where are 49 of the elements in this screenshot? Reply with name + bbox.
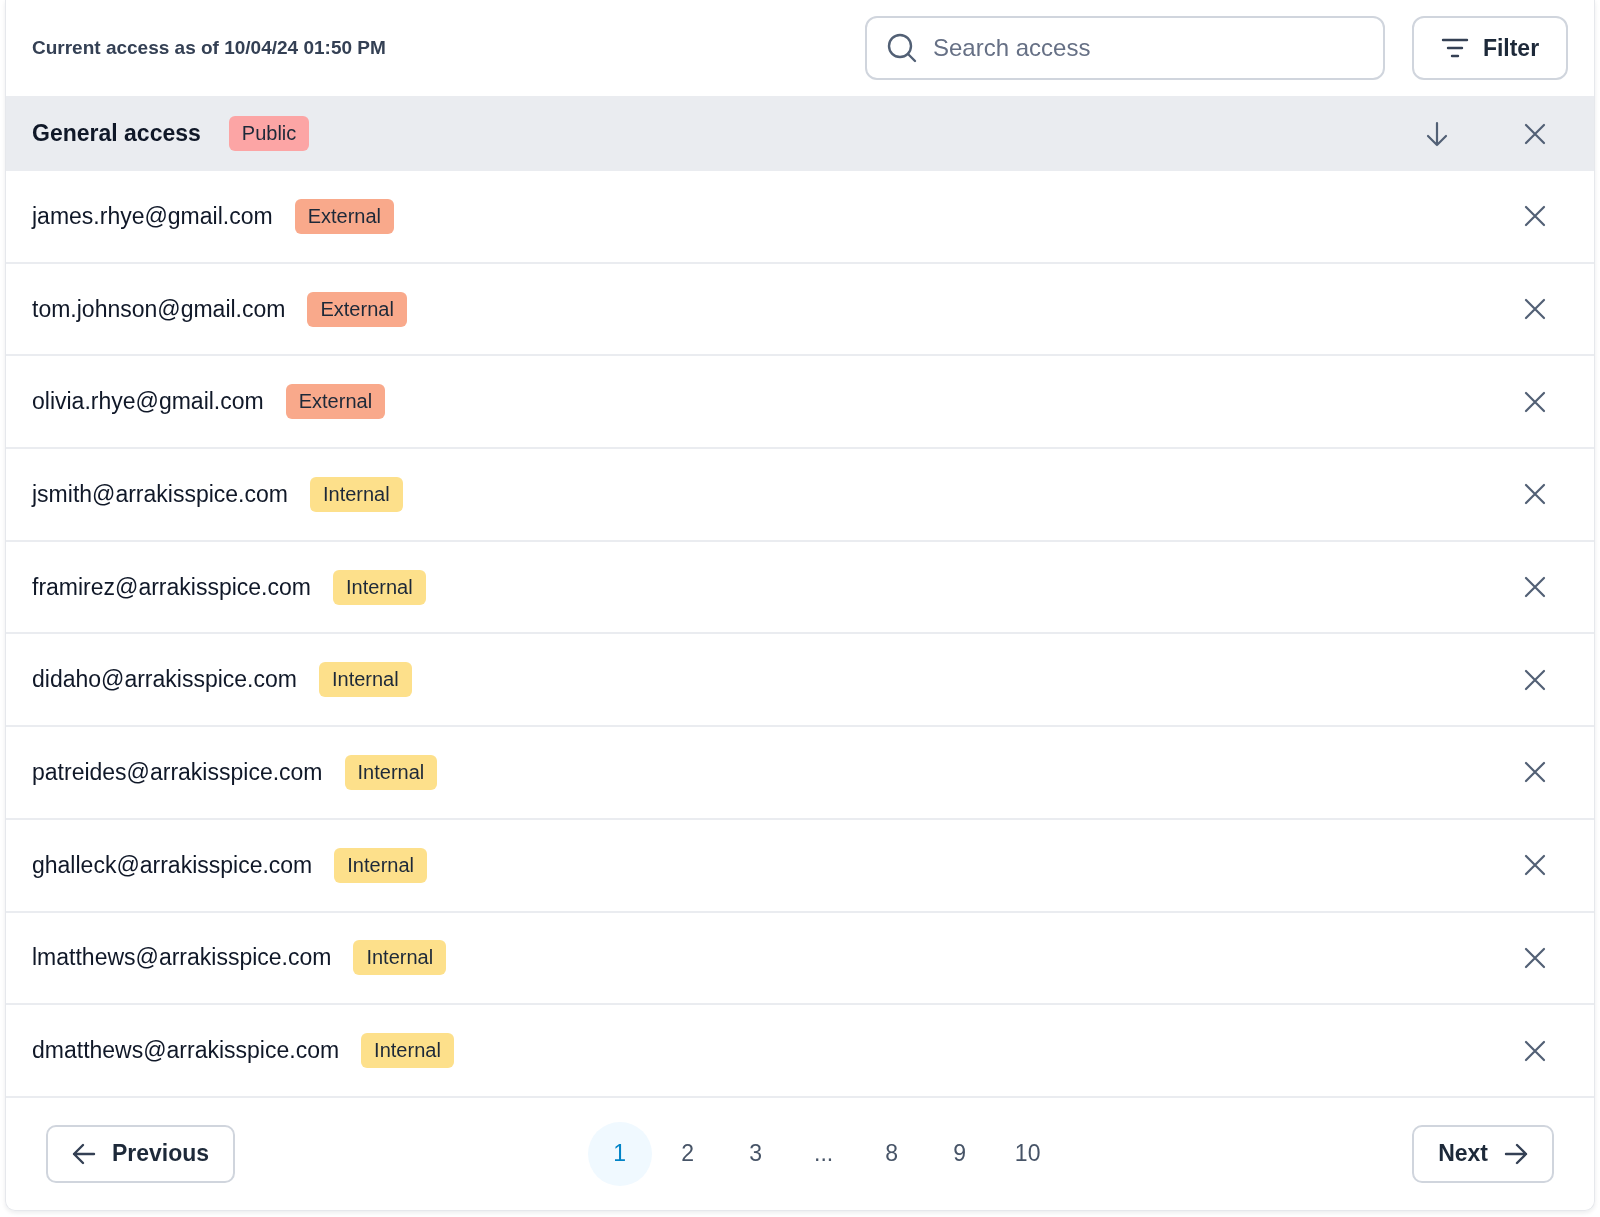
page-button[interactable]: 2 [655, 1121, 720, 1186]
email-address: james.rhye@gmail.com [32, 202, 273, 230]
access-badge: Internal [361, 1033, 454, 1069]
email-address: patreides@arrakisspice.com [32, 758, 323, 786]
access-badge: Internal [318, 662, 412, 698]
close-icon[interactable] [1524, 205, 1546, 228]
filter-button[interactable]: Filter [1412, 16, 1568, 80]
search-field[interactable]: Search access [865, 16, 1385, 80]
page-button[interactable]: 1 [587, 1121, 652, 1186]
close-icon[interactable] [1524, 946, 1546, 969]
page-button[interactable]: 9 [927, 1121, 992, 1186]
page-button[interactable]: 8 [859, 1121, 924, 1186]
email-address: framirez@arrakisspice.com [32, 573, 311, 601]
close-icon[interactable] [1524, 483, 1546, 506]
email-address: jsmith@arrakisspice.com [32, 480, 288, 508]
next-button[interactable]: Next [1412, 1124, 1554, 1183]
close-icon[interactable] [1524, 854, 1546, 877]
access-badge: External [294, 198, 394, 234]
access-badge: Internal [334, 847, 427, 883]
email-address: didaho@arrakisspice.com [32, 666, 297, 694]
email-address: ghalleck@arrakisspice.com [32, 851, 313, 879]
email-address: dmatthews@arrakisspice.com [32, 1037, 340, 1065]
previous-button[interactable]: Previous [46, 1124, 236, 1183]
access-badge: Public [228, 116, 310, 151]
filter-icon [1440, 37, 1469, 59]
email-address: olivia.rhye@gmail.com [32, 388, 264, 416]
close-icon[interactable] [1524, 122, 1546, 145]
close-icon[interactable] [1524, 576, 1546, 599]
access-badge: External [285, 384, 386, 420]
access-badge: Internal [332, 569, 426, 605]
access-badge: Internal [309, 476, 403, 512]
close-icon[interactable] [1524, 1039, 1546, 1062]
close-icon[interactable] [1524, 390, 1546, 413]
left-arrow-icon [72, 1142, 96, 1165]
access-badge: External [307, 291, 407, 327]
close-icon[interactable] [1524, 668, 1546, 691]
access-badge: Internal [344, 754, 438, 790]
close-icon[interactable] [1524, 761, 1546, 784]
access-badge: Internal [353, 940, 447, 976]
email-address: tom.johnson@gmail.com [32, 295, 286, 323]
close-icon[interactable] [1524, 298, 1546, 321]
timestamp-text: Current access as of 10/04/24 01:50 PM [32, 37, 386, 59]
general-access-label: General access [32, 120, 201, 147]
page-button[interactable]: 10 [995, 1121, 1060, 1186]
down-arrow-icon[interactable] [1426, 120, 1448, 147]
page-button[interactable]: 3 [723, 1121, 788, 1186]
email-address: lmatthews@arrakisspice.com [32, 944, 332, 972]
right-arrow-icon [1504, 1142, 1528, 1165]
page-button[interactable]: ... [791, 1121, 856, 1186]
